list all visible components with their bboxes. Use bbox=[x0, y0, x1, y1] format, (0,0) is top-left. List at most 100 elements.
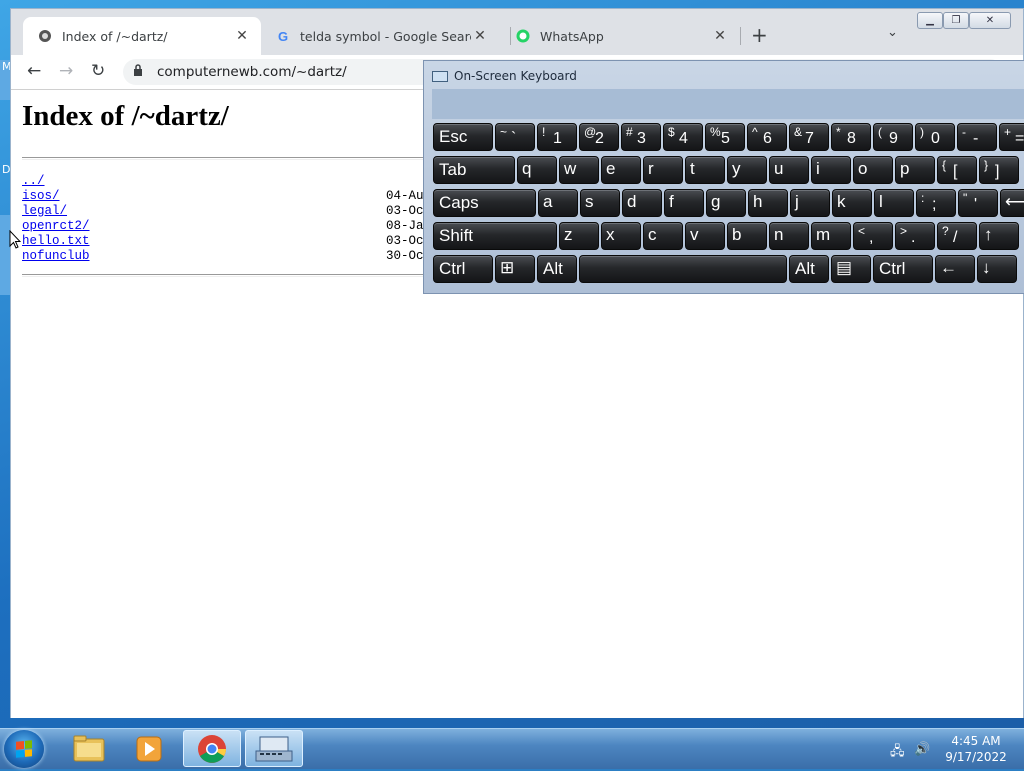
key-shift-label: * bbox=[836, 125, 841, 139]
key-t[interactable]: t bbox=[685, 156, 725, 184]
directory-link[interactable]: isos/ bbox=[22, 189, 60, 203]
close-tab-icon[interactable]: ✕ bbox=[711, 28, 729, 44]
key-[interactable]: ⟵ bbox=[1000, 189, 1024, 217]
key-y[interactable]: y bbox=[727, 156, 767, 184]
key-8[interactable]: * 8 bbox=[831, 123, 871, 151]
key-shift-label: ( bbox=[878, 125, 882, 139]
key-[interactable]: " ' bbox=[958, 189, 998, 217]
key-h[interactable]: h bbox=[748, 189, 788, 217]
directory-link[interactable]: ../ bbox=[22, 174, 45, 188]
tab-google-search[interactable]: G telda symbol - Google Search ✕ bbox=[261, 17, 499, 55]
key-[interactable]: >. bbox=[895, 222, 935, 250]
key-[interactable]: {[ bbox=[937, 156, 977, 184]
key-3[interactable]: #3 bbox=[621, 123, 661, 151]
key-[interactable]: -- bbox=[957, 123, 997, 151]
directory-link[interactable]: legal/ bbox=[22, 204, 67, 218]
key-Tab[interactable]: Tab bbox=[433, 156, 515, 184]
key-f[interactable]: f bbox=[664, 189, 704, 217]
key-k[interactable]: k bbox=[832, 189, 872, 217]
key-1[interactable]: ! 1 bbox=[537, 123, 577, 151]
key-Ctrl[interactable]: Ctrl bbox=[873, 255, 933, 283]
key-[interactable]: + = bbox=[999, 123, 1024, 151]
volume-icon[interactable]: 🔊 bbox=[914, 742, 930, 757]
key-x[interactable]: x bbox=[601, 222, 641, 250]
tab-whatsapp[interactable]: WhatsApp ✕ bbox=[501, 17, 739, 55]
key-7[interactable]: & 7 bbox=[789, 123, 829, 151]
list-item: ../ bbox=[22, 174, 45, 189]
tab-title: WhatsApp bbox=[540, 28, 604, 44]
taskbar-chrome[interactable] bbox=[183, 730, 241, 767]
tab-search-chevron-icon[interactable]: ⌄ bbox=[887, 25, 898, 40]
key-c[interactable]: c bbox=[643, 222, 683, 250]
key-0[interactable]: ) 0 bbox=[915, 123, 955, 151]
start-button[interactable] bbox=[4, 730, 44, 768]
key-o[interactable]: o bbox=[853, 156, 893, 184]
back-arrow-icon[interactable]: ← bbox=[27, 61, 41, 81]
directory-link[interactable]: openrct2/ bbox=[22, 219, 90, 233]
forward-arrow-icon[interactable]: → bbox=[59, 61, 73, 81]
key-r[interactable]: r bbox=[643, 156, 683, 184]
key-2[interactable]: @2 bbox=[579, 123, 619, 151]
maximize-button[interactable]: ❐ bbox=[943, 12, 969, 29]
key-[interactable]: }] bbox=[979, 156, 1019, 184]
close-tab-icon[interactable]: ✕ bbox=[233, 28, 251, 44]
key-[interactable]: ↓ bbox=[977, 255, 1017, 283]
key-d[interactable]: d bbox=[622, 189, 662, 217]
key-9[interactable]: (9 bbox=[873, 123, 913, 151]
key-p[interactable]: p bbox=[895, 156, 935, 184]
close-tab-icon[interactable]: ✕ bbox=[471, 28, 489, 44]
taskbar-file-explorer[interactable] bbox=[60, 730, 118, 767]
key-e[interactable]: e bbox=[601, 156, 641, 184]
key-i[interactable]: i bbox=[811, 156, 851, 184]
key-4[interactable]: $4 bbox=[663, 123, 703, 151]
key-b[interactable]: b bbox=[727, 222, 767, 250]
key-[interactable]: ~ ` bbox=[495, 123, 535, 151]
key-g[interactable]: g bbox=[706, 189, 746, 217]
key-u[interactable]: u bbox=[769, 156, 809, 184]
lock-icon[interactable] bbox=[133, 64, 143, 76]
key-[interactable]: ? / bbox=[937, 222, 977, 250]
key-s[interactable]: s bbox=[580, 189, 620, 217]
key-label: k bbox=[837, 192, 846, 211]
taskbar-on-screen-keyboard[interactable] bbox=[245, 730, 303, 767]
key-Caps[interactable]: Caps bbox=[433, 189, 536, 217]
key-[interactable]: ↑ bbox=[979, 222, 1019, 250]
taskbar-media-player[interactable] bbox=[120, 730, 178, 767]
key-w[interactable]: w bbox=[559, 156, 599, 184]
key-6[interactable]: ^ 6 bbox=[747, 123, 787, 151]
key-[interactable]: :; bbox=[916, 189, 956, 217]
key-space[interactable] bbox=[579, 255, 787, 283]
network-icon[interactable]: 🖧 bbox=[890, 742, 905, 764]
key-m[interactable]: m bbox=[811, 222, 851, 250]
key-q[interactable]: q bbox=[517, 156, 557, 184]
minimize-button[interactable]: ▁ bbox=[917, 12, 943, 29]
osk-title-bar[interactable]: On-Screen Keyboard bbox=[432, 69, 577, 83]
file-link[interactable]: hello.txt bbox=[22, 234, 90, 248]
key-Esc[interactable]: Esc bbox=[433, 123, 493, 151]
key-n[interactable]: n bbox=[769, 222, 809, 250]
key-5[interactable]: % 5 bbox=[705, 123, 745, 151]
tab-index-dartz[interactable]: Index of /~dartz/ ✕ bbox=[23, 17, 261, 55]
reload-icon[interactable]: ↻ bbox=[91, 61, 105, 81]
key-[interactable]: ⊞ bbox=[495, 255, 535, 283]
key-Ctrl[interactable]: Ctrl bbox=[433, 255, 493, 283]
key-l[interactable]: l bbox=[874, 189, 914, 217]
key-[interactable]: ▤ bbox=[831, 255, 871, 283]
key-label: u bbox=[774, 159, 784, 178]
file-link[interactable]: nofunclub bbox=[22, 249, 90, 263]
key-v[interactable]: v bbox=[685, 222, 725, 250]
key-[interactable]: ← bbox=[935, 255, 975, 283]
new-tab-button[interactable]: + bbox=[751, 23, 768, 47]
key-label: 7 bbox=[805, 130, 814, 147]
key-z[interactable]: z bbox=[559, 222, 599, 250]
key-Alt[interactable]: Alt bbox=[537, 255, 577, 283]
url-text[interactable]: computernewb.com/~dartz/ bbox=[157, 64, 347, 80]
key-j[interactable]: j bbox=[790, 189, 830, 217]
key-Shift[interactable]: Shift bbox=[433, 222, 557, 250]
tab-title: Index of /~dartz/ bbox=[62, 28, 168, 44]
key-[interactable]: <, bbox=[853, 222, 893, 250]
key-a[interactable]: a bbox=[538, 189, 578, 217]
key-Alt[interactable]: Alt bbox=[789, 255, 829, 283]
system-clock[interactable]: 4:45 AM 9/17/2022 bbox=[940, 733, 1012, 765]
close-window-button[interactable]: ✕ bbox=[969, 12, 1011, 29]
